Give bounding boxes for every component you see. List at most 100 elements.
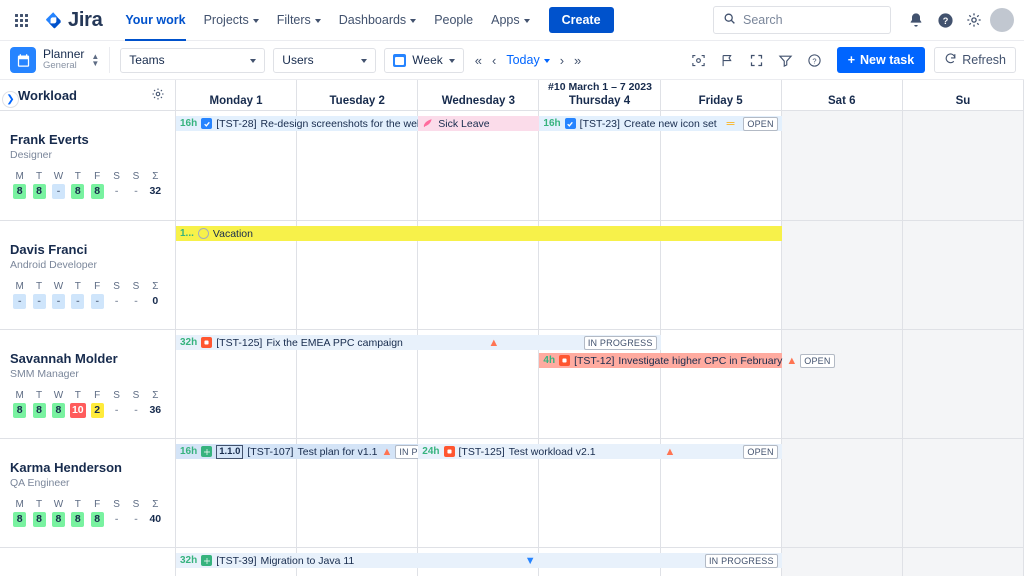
nav-item-apps[interactable]: Apps — [482, 0, 539, 41]
search-input[interactable]: Search — [713, 6, 891, 34]
weekday-header: M — [10, 498, 29, 512]
nav-item-your-work[interactable]: Your work — [116, 0, 194, 41]
day-cell[interactable] — [782, 439, 903, 547]
jira-wordmark: Jira — [68, 9, 102, 32]
task-bar[interactable]: Sick Leave — [418, 116, 539, 131]
notifications-icon[interactable] — [903, 7, 929, 33]
day-cell[interactable] — [903, 330, 1024, 438]
chevron-down-icon — [361, 59, 367, 63]
previous-period-button[interactable]: ‹ — [487, 48, 501, 73]
create-button[interactable]: Create — [549, 7, 614, 33]
flag-icon[interactable] — [714, 47, 741, 74]
status-badge: OPEN — [800, 354, 834, 368]
workload-user-row[interactable]: Frank EvertsDesignerMTWTFSSΣ88-88--32 — [0, 111, 175, 221]
focus-icon[interactable] — [685, 47, 712, 74]
nav-item-filters[interactable]: Filters — [268, 0, 330, 41]
task-bar[interactable]: 1...Vacation — [176, 226, 782, 241]
workload-day-value: 2 — [88, 403, 107, 418]
day-cell[interactable] — [903, 111, 1024, 220]
weekday-header: S — [107, 280, 126, 294]
app-switcher-button[interactable] — [8, 7, 34, 33]
status-badge: OPEN — [743, 445, 777, 459]
day-cell[interactable] — [903, 221, 1024, 329]
workload-day-value: - — [126, 184, 145, 199]
workload-day-value: 8 — [88, 184, 107, 199]
status-badge: OPEN — [743, 117, 777, 131]
task-key: [TST-125] — [459, 446, 505, 458]
chevron-down-icon — [250, 59, 256, 63]
timeline-row: 32h[TST-39]Migration to Java 11▼IN PROGR… — [176, 548, 1024, 576]
planner-title: Planner — [43, 48, 84, 60]
users-dropdown[interactable]: Users — [273, 48, 376, 73]
workload-header: Workload — [0, 80, 175, 111]
today-button[interactable]: Today — [501, 53, 554, 67]
jump-forward-button[interactable]: » — [569, 48, 586, 73]
gear-icon[interactable] — [151, 87, 165, 104]
weekday-header: F — [88, 170, 107, 184]
task-bar[interactable]: 16h[TST-23]Create new icon set═OPEN — [539, 116, 781, 131]
high-priority-icon: ▲ — [488, 337, 498, 349]
refresh-button[interactable]: Refresh — [934, 47, 1016, 73]
workload-day-value: 8 — [68, 184, 87, 199]
workload-day-headers: MTWTFSSΣ — [10, 280, 165, 294]
nav-item-projects[interactable]: Projects — [195, 0, 268, 41]
medium-priority-icon: ═ — [727, 118, 734, 130]
day-cell[interactable] — [903, 548, 1024, 576]
settings-icon[interactable] — [961, 7, 987, 33]
fullscreen-icon[interactable] — [743, 47, 770, 74]
weekday-header: S — [126, 170, 145, 184]
workload-day-value: - — [107, 512, 126, 527]
day-cell[interactable] — [903, 439, 1024, 547]
help-icon[interactable]: ? — [932, 7, 958, 33]
nav-item-people[interactable]: People — [425, 0, 482, 41]
nav-item-dashboards[interactable]: Dashboards — [330, 0, 425, 41]
workload-day-headers: MTWTFSSΣ — [10, 389, 165, 403]
task-bar[interactable]: 16h[TST-28]Re-design screenshots for the… — [176, 116, 418, 131]
task-bar[interactable]: 24h[TST-125]Test workload v2.1▲OPEN — [418, 444, 781, 459]
top-navigation-bar: Jira Your work Projects Filters Dashboar… — [0, 0, 1024, 41]
workload-user-row[interactable]: Savannah MolderSMM ManagerMTWTFSSΣ888102… — [0, 330, 175, 439]
weekday-header: M — [10, 389, 29, 403]
timeline-row: 16h[TST-28]Re-design screenshots for the… — [176, 111, 1024, 221]
avatar[interactable] — [990, 8, 1014, 32]
help-circle-icon[interactable]: ? — [801, 47, 828, 74]
task-key: [TST-23] — [580, 118, 620, 130]
workload-user-row[interactable]: Karma HendersonQA EngineerMTWTFSSΣ88888-… — [0, 439, 175, 548]
workload-day-value: 8 — [29, 403, 48, 418]
task-hours: 16h — [180, 118, 197, 129]
weekday-header: T — [68, 170, 87, 184]
task-key: [TST-107] — [247, 446, 293, 458]
planner-switch-icon[interactable]: ▲▼ — [91, 54, 99, 67]
workload-day-value: 8 — [10, 403, 29, 418]
weekday-header: Σ — [146, 389, 165, 403]
weekday-header: S — [126, 280, 145, 294]
jump-back-button[interactable]: « — [470, 48, 487, 73]
task-bar[interactable]: 16h1.1.0[TST-107]Test plan for v1.1▲IN P… — [176, 444, 418, 459]
jira-logo-link[interactable]: Jira — [44, 9, 102, 32]
day-cell[interactable] — [782, 330, 903, 438]
day-cell[interactable] — [782, 221, 903, 329]
sidebar-collapse-button[interactable]: ❯ — [2, 91, 19, 108]
next-period-button[interactable]: › — [555, 48, 569, 73]
planner-selector[interactable]: Planner General ▲▼ — [10, 47, 110, 73]
filter-icon[interactable] — [772, 47, 799, 74]
task-bar[interactable]: 4h[TST-12]Investigate higher CPC in Febr… — [539, 353, 781, 368]
toolbar-right-actions: ? + New task Refresh — [685, 47, 1016, 74]
day-cell[interactable] — [782, 548, 903, 576]
weekday-header: F — [88, 389, 107, 403]
timescale-dropdown[interactable]: Week — [384, 48, 463, 73]
task-bar[interactable]: 32h[TST-39]Migration to Java 11▼IN PROGR… — [176, 553, 782, 568]
teams-dropdown[interactable]: Teams — [120, 48, 265, 73]
priority-wrap: ▲ — [381, 446, 391, 458]
status-badge: IN PROGRESS — [584, 336, 657, 350]
workload-day-value: - — [107, 184, 126, 199]
new-task-button[interactable]: + New task — [837, 47, 926, 73]
user-role: Designer — [10, 148, 165, 162]
chevron-down-icon — [410, 19, 416, 23]
day-cell[interactable] — [782, 111, 903, 220]
task-bar[interactable]: 32h[TST-125]Fix the EMEA PPC campaign▲IN… — [176, 335, 661, 350]
workload-day-value: - — [126, 294, 145, 309]
day-cell[interactable] — [661, 330, 782, 438]
workload-user-row[interactable]: Davis FranciAndroid DeveloperMTWTFSSΣ---… — [0, 221, 175, 330]
weekday-header: Σ — [146, 170, 165, 184]
